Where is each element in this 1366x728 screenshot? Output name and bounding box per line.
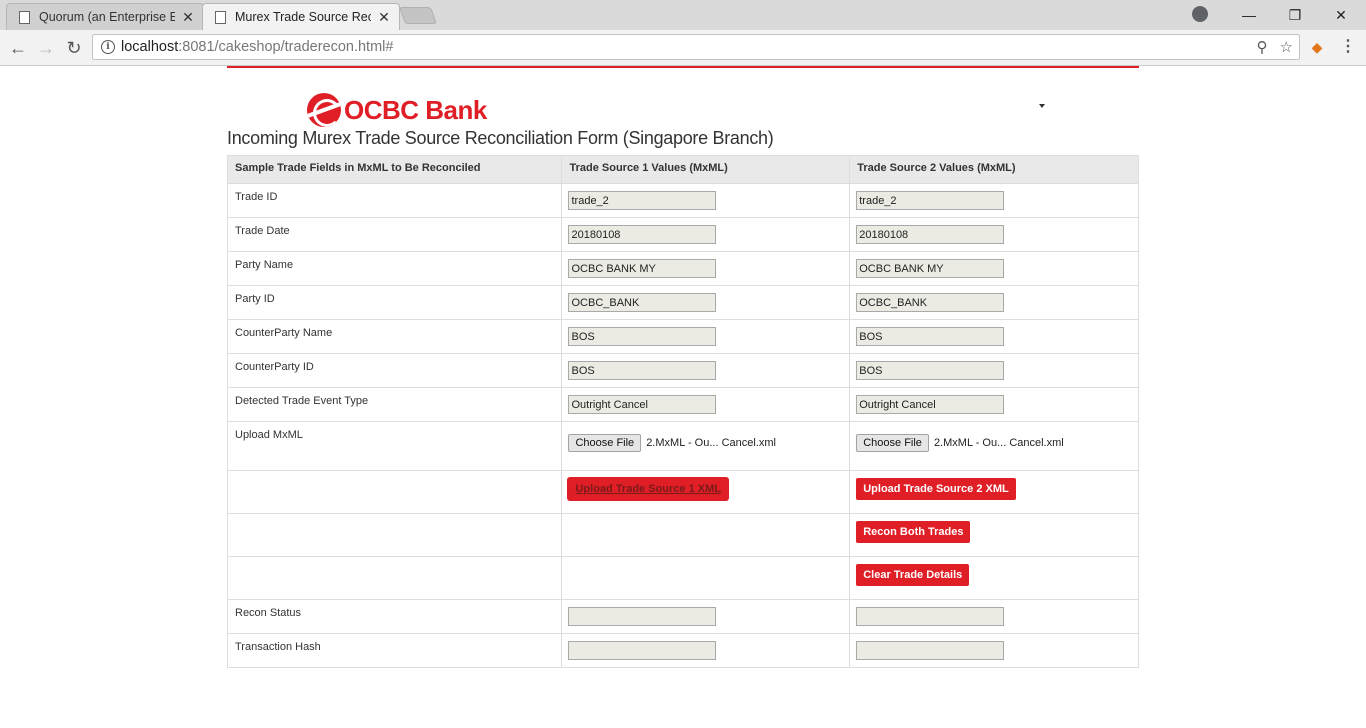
recon-status-source1-input[interactable]	[568, 607, 717, 626]
upload-source1-button[interactable]: Upload Trade Source 1 XML	[568, 478, 728, 500]
table-row: Upload Trade Source 1 XML Upload Trade S…	[226, 470, 1139, 514]
party-id-source1-input[interactable]	[568, 293, 717, 312]
party-id-source2-input[interactable]	[856, 293, 1005, 312]
url-path: :8081/cakeshop/traderecon.html#	[178, 39, 394, 55]
logo-text: OCBC Bank	[344, 94, 487, 125]
header-source1: Trade Source 1 Values (MxML)	[561, 155, 851, 184]
trade-id-source2-input[interactable]	[856, 191, 1005, 210]
table-row: Detected Trade Event Type	[226, 387, 1139, 422]
form-title: Incoming Murex Trade Source Reconciliati…	[227, 128, 774, 148]
empty-cell	[561, 556, 851, 600]
field-label: Detected Trade Event Type	[226, 387, 563, 422]
file-name-source1: 2.MxML - Ou... Cancel.xml	[646, 437, 776, 449]
field-label: Trade ID	[226, 183, 563, 218]
trade-date-source1-input[interactable]	[568, 225, 717, 244]
document-icon	[19, 10, 30, 24]
profile-icon[interactable]	[1192, 6, 1208, 22]
field-label: CounterParty ID	[226, 353, 563, 388]
table-row: Transaction Hash	[226, 633, 1139, 668]
counterparty-name-source1-input[interactable]	[568, 327, 717, 346]
tab-quorum[interactable]: Quorum (an Enterprise Et ✕	[6, 3, 204, 30]
trade-id-source1-input[interactable]	[568, 191, 717, 210]
file-picker-source2: Choose File 2.MxML - Ou... Cancel.xml	[856, 434, 1132, 452]
ocbc-logo-mark-icon	[307, 93, 341, 127]
file-picker-source1: Choose File 2.MxML - Ou... Cancel.xml	[568, 434, 843, 452]
header-source2: Trade Source 2 Values (MxML)	[849, 155, 1139, 184]
choose-file-source2-button[interactable]: Choose File	[856, 434, 929, 452]
table-row: CounterParty ID	[226, 353, 1139, 388]
field-label: Party Name	[226, 251, 563, 286]
file-name-source2: 2.MxML - Ou... Cancel.xml	[933, 437, 1064, 449]
close-icon[interactable]: ✕	[181, 9, 195, 26]
tab-murex[interactable]: Murex Trade Source Reco ✕	[202, 3, 400, 30]
table-row: CounterParty Name	[226, 319, 1139, 354]
minimize-icon[interactable]: —	[1226, 0, 1272, 30]
recon-table: Sample Trade Fields in MxML to Be Reconc…	[226, 155, 1139, 668]
counterparty-id-source2-input[interactable]	[856, 361, 1005, 380]
table-row: Recon Both Trades	[226, 513, 1139, 557]
page-header: OCBC Bank	[227, 68, 1139, 128]
tx-hash-source2-input[interactable]	[856, 641, 1005, 660]
bookmark-star-icon[interactable]: ☆	[1280, 38, 1293, 56]
forward-icon[interactable]: →	[34, 36, 58, 60]
empty-cell	[226, 513, 563, 557]
counterparty-id-source1-input[interactable]	[568, 361, 717, 380]
empty-cell	[226, 556, 563, 600]
zoom-icon[interactable]: ⚲	[1257, 38, 1268, 56]
reload-icon[interactable]: ↻	[62, 36, 86, 60]
browser-toolbar: ← → ↻ i localhost:8081/cakeshop/traderec…	[0, 30, 1366, 66]
browser-tab-bar: Quorum (an Enterprise Et ✕ Murex Trade S…	[0, 0, 1366, 30]
page-content: OCBC Bank Incoming Murex Trade Source Re…	[226, 66, 1139, 668]
field-label: Transaction Hash	[226, 633, 563, 668]
back-icon[interactable]: ←	[6, 36, 30, 60]
empty-cell	[561, 513, 851, 557]
event-type-source2-input[interactable]	[856, 395, 1005, 414]
tx-hash-source1-input[interactable]	[568, 641, 717, 660]
new-tab-button[interactable]	[398, 7, 438, 24]
party-name-source1-input[interactable]	[568, 259, 717, 278]
upload-source2-button[interactable]: Upload Trade Source 2 XML	[856, 478, 1016, 500]
tab-title: Quorum (an Enterprise Et	[39, 10, 175, 24]
recon-both-button[interactable]: Recon Both Trades	[856, 521, 971, 543]
recon-status-source2-input[interactable]	[856, 607, 1005, 626]
address-bar[interactable]: i localhost:8081/cakeshop/traderecon.htm…	[92, 34, 1300, 60]
field-label: Trade Date	[226, 217, 563, 252]
table-row: Trade ID	[226, 183, 1139, 218]
ocbc-logo: OCBC Bank	[307, 92, 487, 128]
restore-icon[interactable]: ❐	[1272, 0, 1318, 30]
tab-title: Murex Trade Source Reco	[235, 10, 371, 24]
header-fields: Sample Trade Fields in MxML to Be Reconc…	[226, 155, 563, 184]
trade-date-source2-input[interactable]	[856, 225, 1005, 244]
field-label: Party ID	[226, 285, 563, 320]
field-label: Recon Status	[226, 599, 563, 634]
table-row: Party Name	[226, 251, 1139, 286]
table-row: Upload MxML Choose File 2.MxML - Ou... C…	[226, 421, 1139, 471]
window-close-icon[interactable]: ✕	[1318, 0, 1364, 30]
info-icon[interactable]: i	[101, 40, 115, 54]
choose-file-source1-button[interactable]: Choose File	[568, 434, 642, 452]
close-icon[interactable]: ✕	[377, 9, 391, 26]
metamask-extension-icon[interactable]: ◆	[1308, 38, 1326, 56]
browser-menu-icon[interactable]: ⋮	[1340, 36, 1356, 56]
table-header-row: Sample Trade Fields in MxML to Be Reconc…	[226, 155, 1139, 184]
document-icon	[215, 10, 226, 24]
party-name-source2-input[interactable]	[856, 259, 1005, 278]
clear-trade-details-button[interactable]: Clear Trade Details	[856, 564, 970, 586]
table-row: Clear Trade Details	[226, 556, 1139, 600]
url-host: localhost	[121, 39, 179, 55]
table-row: Trade Date	[226, 217, 1139, 252]
event-type-source1-input[interactable]	[568, 395, 717, 414]
counterparty-name-source2-input[interactable]	[856, 327, 1005, 346]
empty-cell	[226, 470, 563, 514]
field-label: Upload MxML	[226, 421, 563, 471]
field-label: CounterParty Name	[226, 319, 563, 354]
table-row: Recon Status	[226, 599, 1139, 634]
dropdown-caret-icon[interactable]	[1039, 104, 1045, 108]
table-row: Party ID	[226, 285, 1139, 320]
